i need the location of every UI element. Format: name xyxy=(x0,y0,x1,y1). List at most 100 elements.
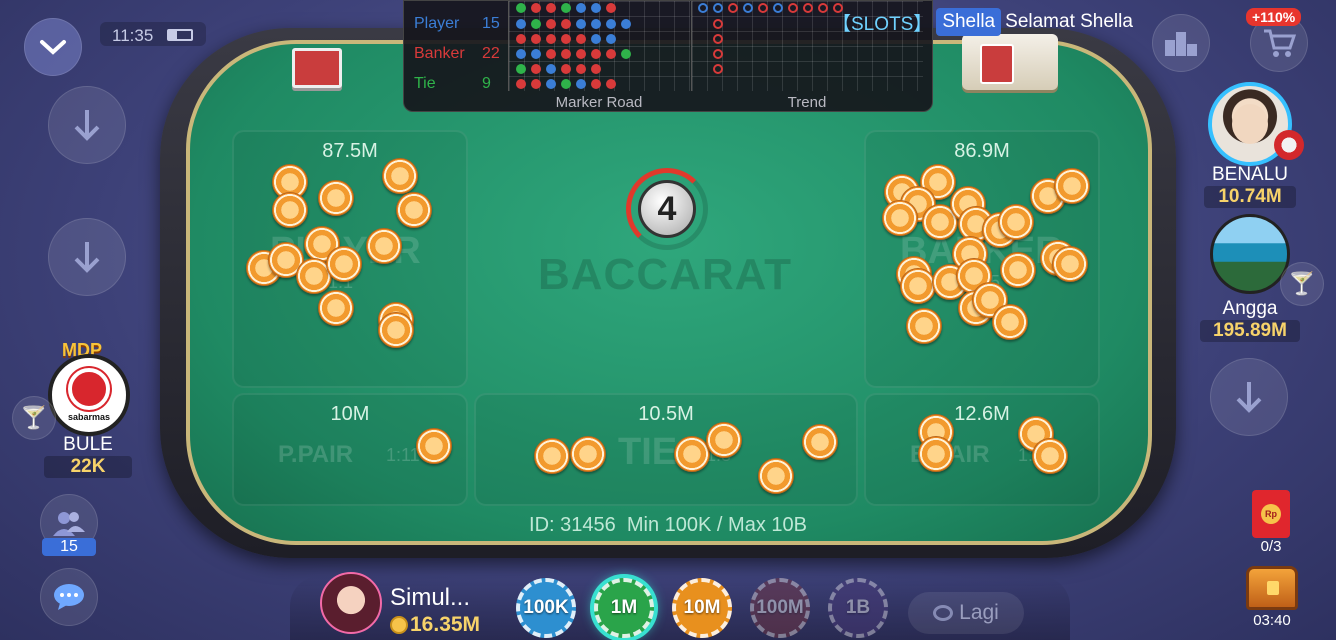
result-dot xyxy=(606,79,616,89)
tie-count-value: 9 xyxy=(482,75,491,92)
coin-icon xyxy=(390,616,408,634)
announcement-tag: 【SLOTS】 xyxy=(832,13,933,35)
chest-timer: 03:40 xyxy=(1253,612,1291,629)
player-seat-right-mid[interactable] xyxy=(1210,214,1290,294)
result-dot xyxy=(591,49,601,59)
bet-chip-label: 1M xyxy=(610,597,638,618)
result-dot xyxy=(576,64,586,74)
result-dot xyxy=(531,64,541,74)
announcement-bar: 【SLOTS】 Shella Selamat Shella xyxy=(832,5,1133,39)
bet-chip xyxy=(992,304,1028,340)
game-title: BACCARAT xyxy=(538,250,793,299)
red-packet-progress: 0/3 xyxy=(1260,538,1282,555)
result-dot xyxy=(606,3,616,13)
table-info: ID: 31456 Min 100K / Max 10B xyxy=(529,514,807,536)
repeat-bet-button[interactable]: Lagi xyxy=(908,592,1024,634)
red-packet-button[interactable]: Rp xyxy=(1252,490,1290,538)
bet-chip xyxy=(1000,252,1036,288)
tie-bet-zone[interactable]: 10.5M TIE 1:8 xyxy=(474,393,858,506)
player-count-label: Player xyxy=(414,15,460,32)
marker-road-grid xyxy=(508,1,690,91)
banker-bet-amount: 86.9M xyxy=(954,140,1010,162)
result-dot xyxy=(546,49,556,59)
player-money: 195.89M xyxy=(1200,320,1300,342)
bet-chip-label: 100K xyxy=(523,597,569,618)
tie-count-label: Tie xyxy=(414,75,436,92)
logo-icon xyxy=(68,368,110,410)
repeat-bet-label: Lagi xyxy=(959,601,999,624)
player-name: Angga xyxy=(1222,298,1278,319)
announcement-name: Shella xyxy=(936,8,1002,36)
result-dot xyxy=(516,64,526,74)
ranking-button[interactable] xyxy=(1152,14,1210,72)
result-dot xyxy=(546,79,556,89)
treasure-chest-button[interactable] xyxy=(1246,566,1298,610)
result-dot xyxy=(576,19,586,29)
result-dot xyxy=(531,79,541,89)
result-dot xyxy=(591,3,601,13)
result-dot xyxy=(621,19,631,29)
bet-chip-100k[interactable]: 100K xyxy=(516,578,576,638)
result-dot xyxy=(606,49,616,59)
result-dot xyxy=(531,19,541,29)
bet-chip-label: 100M xyxy=(756,597,804,618)
bet-chip xyxy=(570,436,606,472)
player-pair-odds: 1:11 xyxy=(386,445,420,465)
result-dot xyxy=(576,49,586,59)
result-dot xyxy=(561,34,571,44)
bet-chip xyxy=(758,458,794,494)
result-dot xyxy=(561,64,571,74)
bet-chip xyxy=(918,436,954,472)
trend-ring xyxy=(743,3,753,13)
arrow-down-icon xyxy=(74,110,100,141)
self-avatar[interactable] xyxy=(320,572,382,634)
trend-ring xyxy=(713,64,723,74)
result-dot xyxy=(576,34,586,44)
bet-chip-100m[interactable]: 100M xyxy=(750,578,810,638)
bet-chip xyxy=(900,268,936,304)
empty-seat-button[interactable] xyxy=(1210,358,1288,436)
result-dot xyxy=(516,49,526,59)
bet-chip xyxy=(1054,168,1090,204)
bet-chip xyxy=(674,436,710,472)
result-dot xyxy=(576,3,586,13)
result-dot xyxy=(561,3,571,13)
result-dot xyxy=(531,49,541,59)
countdown-value: 4 xyxy=(657,189,677,228)
card-deck-icon xyxy=(292,48,342,88)
result-dot xyxy=(546,19,556,29)
banker-count-label: Banker xyxy=(414,45,465,62)
bet-chip xyxy=(1032,438,1068,474)
empty-seat-button[interactable] xyxy=(48,86,126,164)
bet-chip-label: 10M xyxy=(683,597,721,618)
users-icon xyxy=(53,512,85,536)
trend-ring xyxy=(713,49,723,59)
trend-ring xyxy=(818,3,828,13)
result-dot xyxy=(606,34,616,44)
bet-chip-10m[interactable]: 10M xyxy=(672,578,732,638)
avatar: sabarmas xyxy=(48,354,130,436)
self-money: 16.35M xyxy=(410,613,481,636)
arrow-down-icon xyxy=(1236,382,1262,413)
chat-button[interactable] xyxy=(40,568,98,626)
result-dot xyxy=(546,3,556,13)
bet-chip-1b[interactable]: 1B xyxy=(828,578,888,638)
bet-chip xyxy=(998,204,1034,240)
bet-chip-1m[interactable]: 1M xyxy=(594,578,654,638)
empty-seat-button[interactable] xyxy=(48,218,126,296)
result-dot xyxy=(591,34,601,44)
banker-count-value: 22 xyxy=(482,45,500,62)
chat-icon xyxy=(54,584,84,610)
result-dot xyxy=(516,34,526,44)
result-dot xyxy=(561,19,571,29)
scoreboard-row-tie: Tie 9 xyxy=(414,75,504,93)
bet-chip xyxy=(802,424,838,460)
card-shoe-icon xyxy=(962,34,1058,90)
scoreboard-row-player: Player 15 xyxy=(414,15,504,33)
player-money: 22K xyxy=(44,456,132,478)
bet-chip xyxy=(396,192,432,228)
avatar xyxy=(1232,104,1268,144)
result-dot xyxy=(531,34,541,44)
menu-collapse-button[interactable] xyxy=(24,18,82,76)
marker-road-label: Marker Road xyxy=(555,94,643,111)
